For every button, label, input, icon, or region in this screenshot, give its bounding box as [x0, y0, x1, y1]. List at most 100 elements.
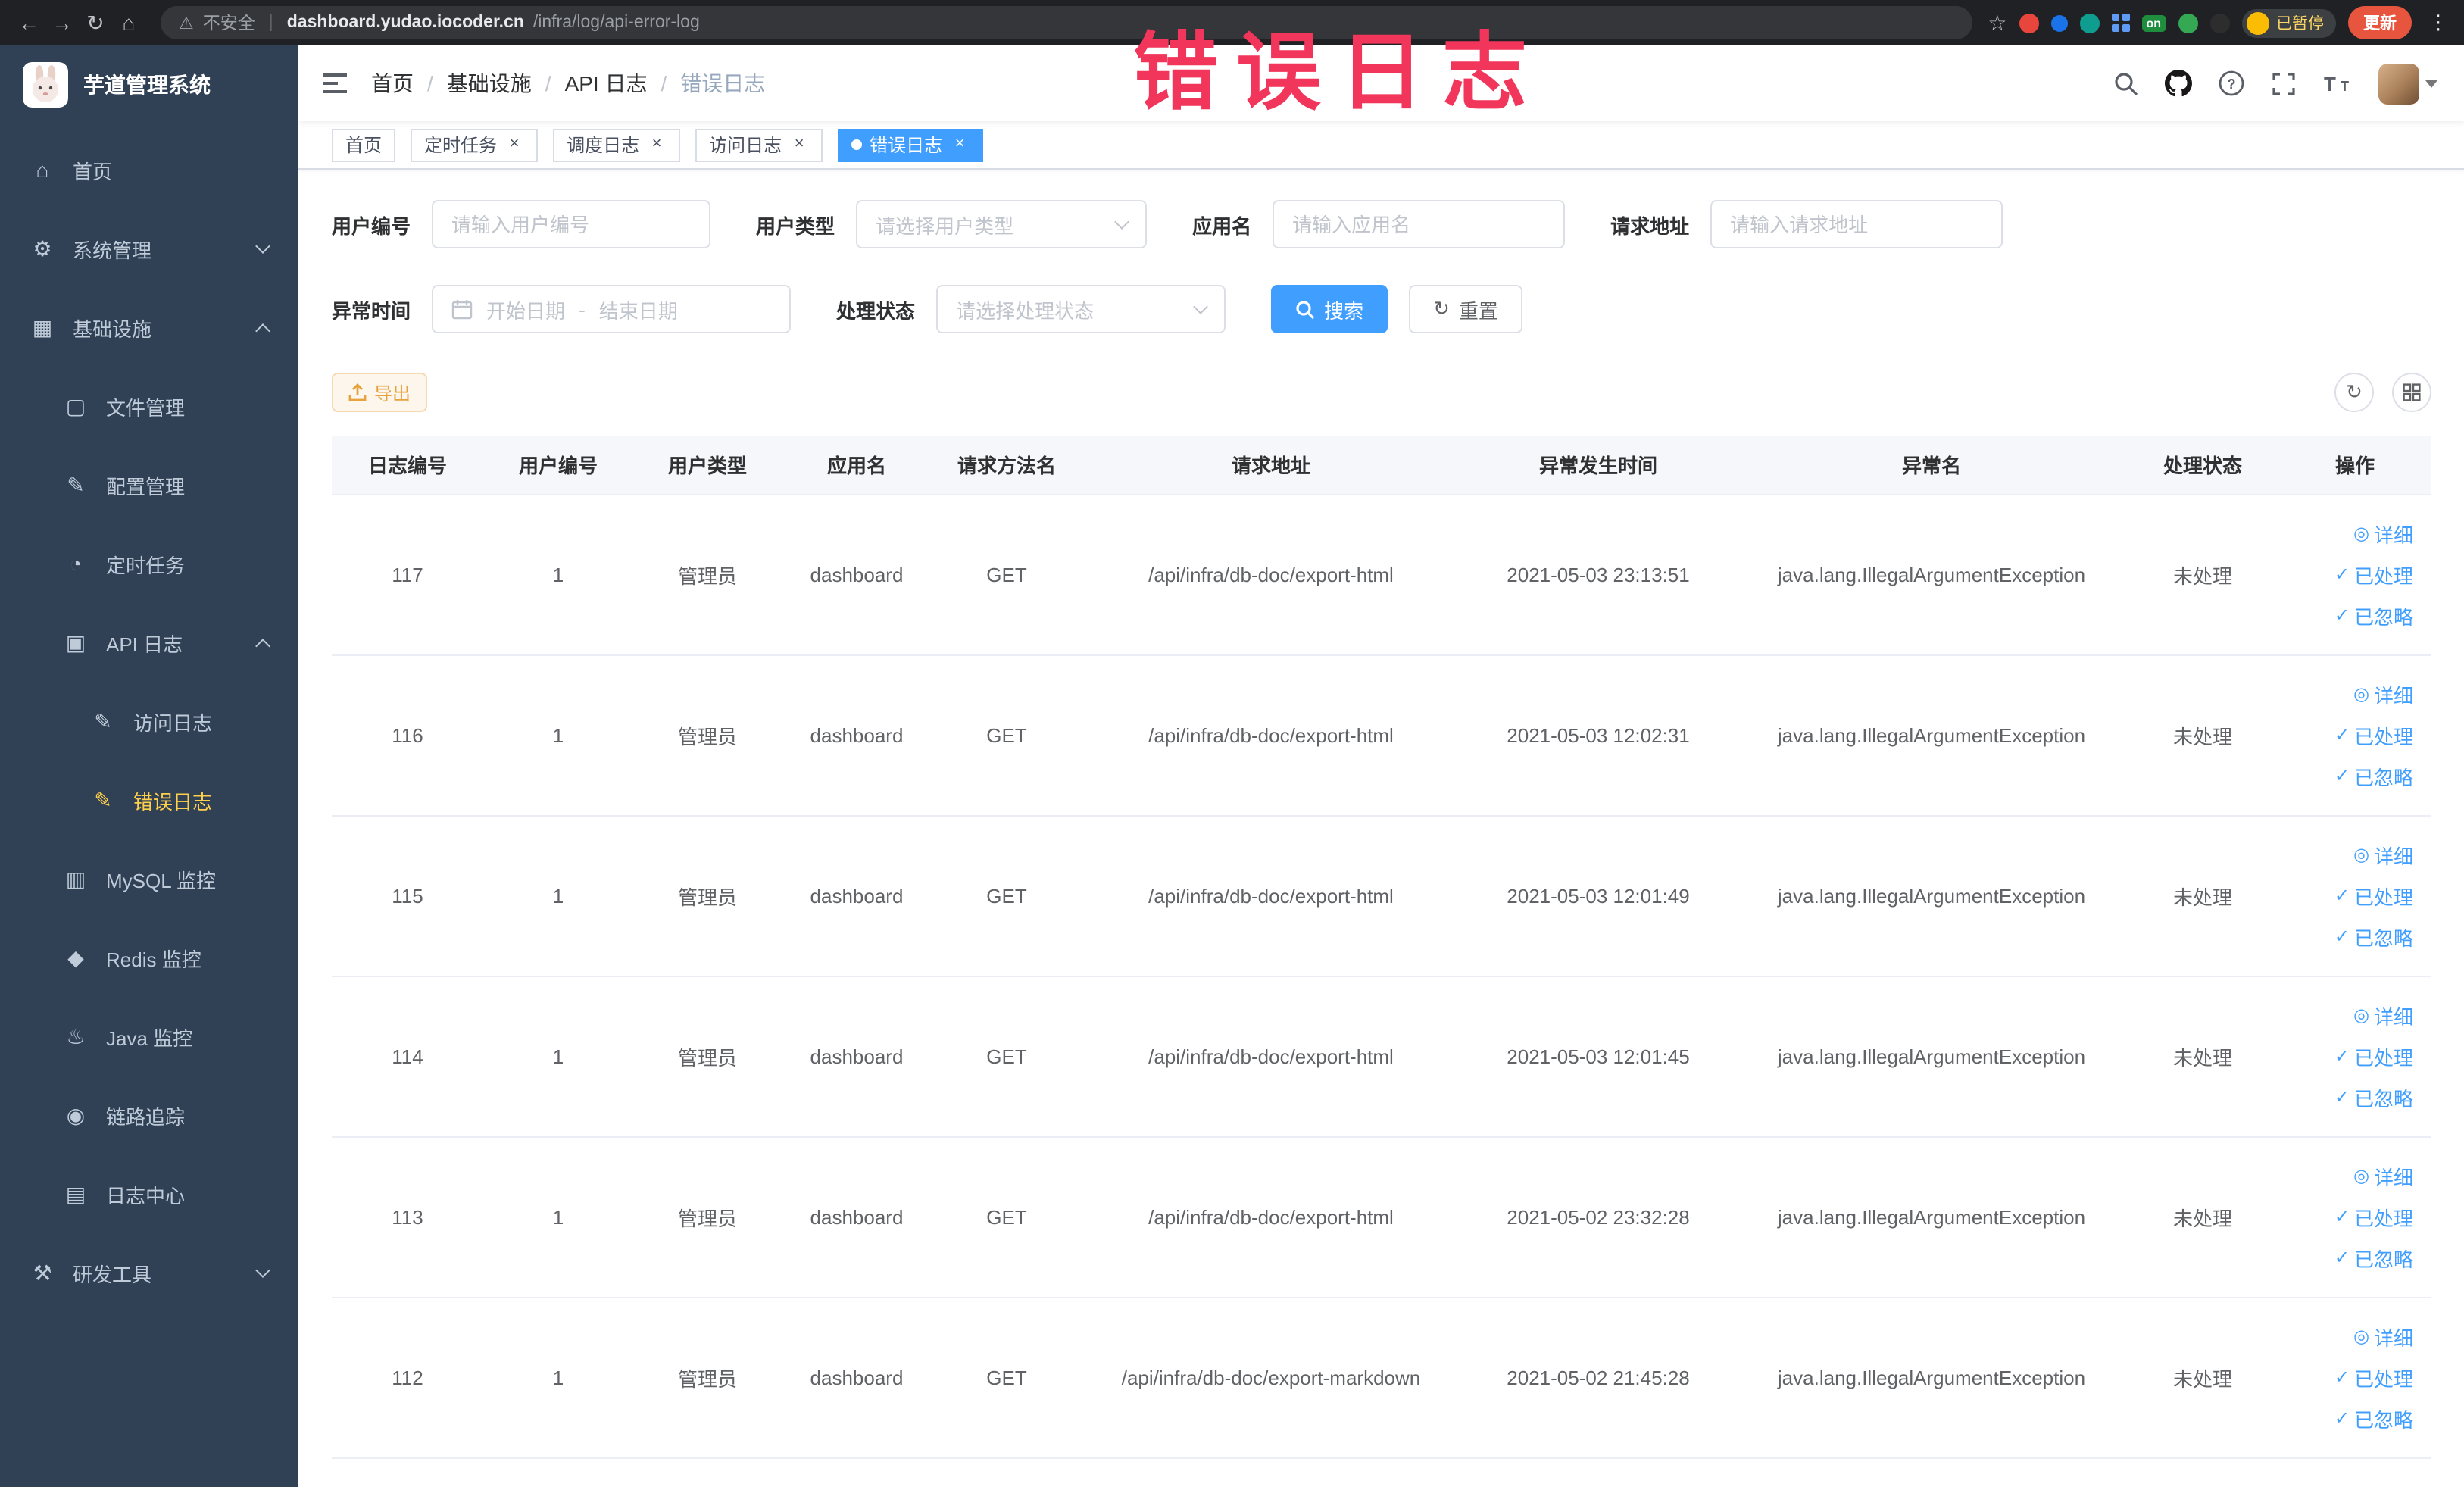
date-range-picker[interactable]: 开始日期 - 结束日期 [432, 285, 792, 333]
sidebar-item[interactable]: ⚒ 研发工具 [0, 1233, 298, 1312]
detail-link[interactable]: ◎ 详细 [2353, 1001, 2413, 1029]
browser-toolbar-right: ☆ on 已暂停 更新 ⋮ [1988, 6, 2453, 39]
cell-actions: ◎ 详细 ✓ 已处理 ✓ 已忽略 [2278, 1136, 2431, 1298]
extension-paw-icon[interactable] [2209, 13, 2229, 33]
browser-menu-kebab-icon[interactable]: ⋮ [2424, 11, 2453, 35]
column-settings-button[interactable] [2392, 373, 2431, 412]
detail-link[interactable]: ◎ 详细 [2353, 1322, 2413, 1351]
app-name-field[interactable] [1273, 200, 1566, 248]
sidebar-item[interactable]: ✎ 访问日志 [0, 682, 298, 761]
extension-sprout-icon[interactable] [2178, 13, 2197, 33]
breadcrumb-item[interactable]: API 日志 [565, 68, 648, 98]
reset-button[interactable]: ↻ 重置 [1409, 285, 1522, 333]
processed-link[interactable]: ✓ 已处理 [2334, 881, 2413, 910]
user-id-input[interactable] [451, 213, 692, 236]
user-type-select[interactable]: 请选择用户类型 [856, 200, 1148, 248]
processed-link[interactable]: ✓ 已处理 [2334, 1202, 2413, 1231]
close-icon[interactable]: × [504, 135, 524, 155]
reload-icon[interactable]: ↻ [79, 6, 112, 39]
fullscreen-icon[interactable] [2271, 70, 2297, 96]
tab[interactable]: 错误日志 × [838, 128, 984, 161]
extension-teal-icon[interactable] [2079, 13, 2100, 33]
detail-link[interactable]: ◎ 详细 [2353, 519, 2413, 548]
chevron-down-icon [255, 238, 270, 253]
detail-link[interactable]: ◎ 详细 [2353, 840, 2413, 869]
update-button[interactable]: 更新 [2348, 6, 2412, 39]
request-url-input[interactable] [1730, 213, 1984, 236]
cell-app: dashboard [782, 1297, 932, 1458]
extension-grid-icon[interactable] [2111, 14, 2130, 32]
processed-link[interactable]: ✓ 已处理 [2334, 560, 2413, 589]
ignore-link[interactable]: ✓ 已忽略 [2334, 601, 2413, 629]
sidebar-item[interactable]: ◉ 链路追踪 [0, 1076, 298, 1154]
app-name-input[interactable] [1292, 213, 1546, 236]
user-avatar[interactable] [2378, 63, 2437, 104]
sidebar-item[interactable]: ▦ 基础设施 [0, 288, 298, 367]
row-actions: ◎ 详细 ✓ 已处理 ✓ 已忽略 [2284, 1161, 2425, 1272]
cell-id: 115 [332, 815, 483, 976]
github-icon[interactable] [2165, 70, 2192, 97]
tab[interactable]: 首页 [332, 128, 396, 161]
breadcrumb-item[interactable]: 基础设施 [447, 68, 532, 98]
refresh-table-button[interactable]: ↻ [2334, 373, 2374, 412]
font-size-icon[interactable]: TT [2322, 71, 2353, 95]
security-label[interactable]: 不安全 [203, 11, 255, 35]
user-id-field[interactable] [432, 200, 711, 248]
search-icon[interactable] [2113, 70, 2139, 96]
detail-link[interactable]: ◎ 详细 [2353, 1161, 2413, 1190]
processed-link[interactable]: ✓ 已处理 [2334, 1042, 2413, 1070]
cell-status: 未处理 [2127, 1136, 2278, 1298]
browser-home-icon[interactable]: ⌂ [112, 6, 145, 39]
sidebar-item[interactable]: ▥ MySQL 监控 [0, 839, 298, 918]
export-button[interactable]: 导出 [332, 373, 428, 412]
ignore-link[interactable]: ✓ 已忽略 [2334, 1082, 2413, 1111]
bookmark-star-icon[interactable]: ☆ [1988, 10, 2006, 36]
help-icon[interactable]: ? [2218, 70, 2245, 97]
back-icon[interactable]: ← [12, 6, 45, 39]
address-bar[interactable]: ⚠ 不安全 | dashboard.yudao.iocoder.cn /infr… [161, 6, 1973, 39]
detail-link[interactable]: ◎ 详细 [2353, 679, 2413, 708]
hamburger-icon[interactable] [298, 71, 371, 95]
view-icon: ◎ [2353, 1326, 2369, 1347]
close-icon[interactable]: × [950, 135, 970, 155]
cell-user_type: 管理员 [633, 1136, 782, 1298]
cell-url: /api/infra/db-doc/export-html [1082, 494, 1460, 655]
sidebar-item[interactable]: ⌂ 首页 [0, 130, 298, 209]
sidebar-item[interactable]: ✎ 配置管理 [0, 445, 298, 524]
breadcrumb-item[interactable]: 首页 [371, 68, 414, 98]
sidebar-item[interactable]: ⚙ 系统管理 [0, 209, 298, 288]
ignore-link[interactable]: ✓ 已忽略 [2334, 1243, 2413, 1272]
sidebar-item[interactable]: ▢ 文件管理 [0, 367, 298, 445]
tab[interactable]: 调度日志 × [553, 128, 681, 161]
sidebar-item[interactable]: ◆ Redis 监控 [0, 918, 298, 997]
ignore-link[interactable]: ✓ 已忽略 [2334, 761, 2413, 790]
cell-time: 2021-05-02 21:45:28 [1460, 1297, 1736, 1458]
extension-red-icon[interactable] [2019, 13, 2039, 33]
ignore-link[interactable]: ✓ 已忽略 [2334, 1404, 2413, 1432]
column-header: 异常发生时间 [1460, 436, 1736, 495]
close-icon[interactable]: × [789, 135, 809, 155]
profile-chip[interactable]: 已暂停 [2241, 8, 2336, 37]
processed-link[interactable]: ✓ 已处理 [2334, 1363, 2413, 1392]
ignore-link[interactable]: ✓ 已忽略 [2334, 922, 2413, 951]
request-url-field[interactable] [1710, 200, 2003, 248]
process-status-select[interactable]: 请选择处理状态 [936, 285, 1226, 333]
sidebar-item[interactable]: ▤ 日志中心 [0, 1154, 298, 1233]
extension-on-badge[interactable]: on [2141, 14, 2166, 31]
sidebar-item[interactable]: ✎ 错误日志 [0, 761, 298, 839]
chevron-up-icon [255, 638, 270, 653]
sidebar-item[interactable]: ◔ 定时任务 [0, 524, 298, 603]
sidebar-item[interactable]: ▣ API 日志 [0, 603, 298, 682]
extension-blue-icon[interactable] [2050, 14, 2068, 31]
processed-link[interactable]: ✓ 已处理 [2334, 720, 2413, 749]
sidebar-item-label: 基础设施 [73, 317, 152, 340]
forward-icon[interactable]: → [45, 6, 79, 39]
tab[interactable]: 定时任务 × [411, 128, 539, 161]
view-icon: ◎ [2353, 683, 2369, 704]
cell-exception: java.lang.IllegalArgumentException [1736, 976, 2127, 1137]
logo-row[interactable]: 芋道管理系统 [0, 45, 298, 124]
tab[interactable]: 访问日志 × [695, 128, 823, 161]
close-icon[interactable]: × [647, 135, 667, 155]
search-button[interactable]: 搜索 [1271, 285, 1388, 333]
sidebar-item[interactable]: ♨ Java 监控 [0, 997, 298, 1076]
